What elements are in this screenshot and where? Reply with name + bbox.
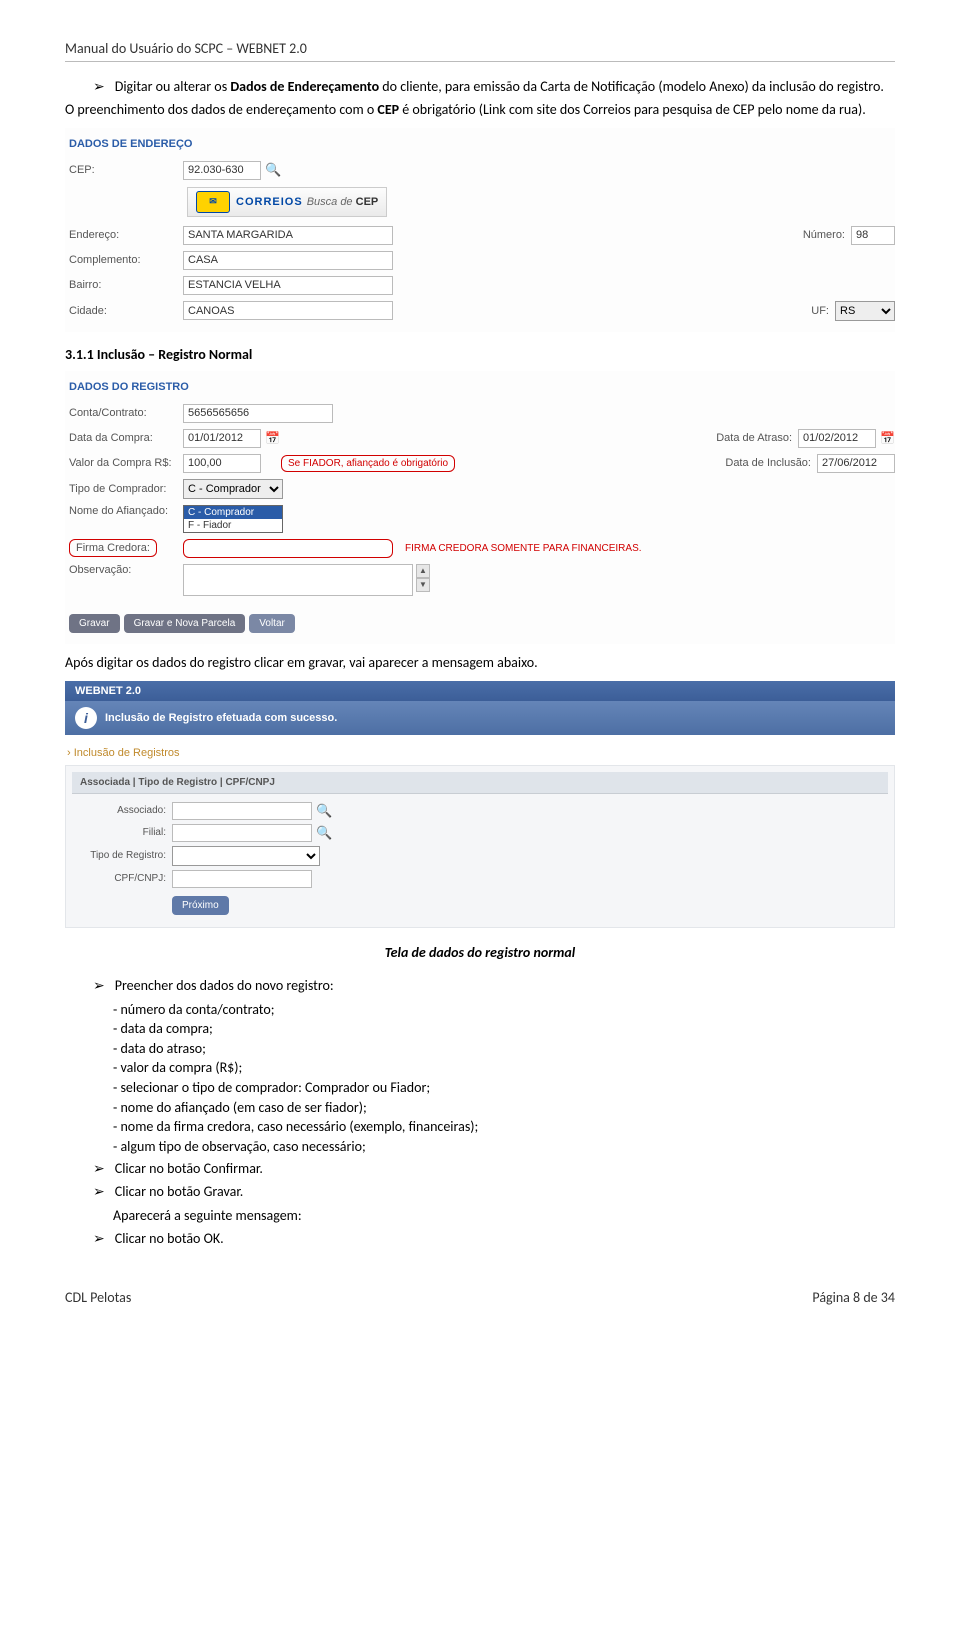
valor-input[interactable] bbox=[183, 454, 261, 473]
bairro-input[interactable] bbox=[183, 276, 393, 295]
calendar-icon[interactable]: 📅 bbox=[265, 431, 280, 445]
tipo-comprador-dropdown-open[interactable]: C - Comprador F - Fiador bbox=[183, 505, 283, 533]
arrow-icon: ➢ bbox=[93, 1183, 105, 1202]
cidade-label: Cidade: bbox=[65, 305, 183, 317]
bairro-label: Bairro: bbox=[65, 279, 183, 291]
firma-note: FIRMA CREDORA SOMENTE PARA FINANCEIRAS. bbox=[405, 543, 642, 554]
arrow-icon: ➢ bbox=[93, 1160, 105, 1179]
textarea-scroll-icons[interactable]: ▲▼ bbox=[416, 564, 430, 592]
data-compra-input[interactable] bbox=[183, 429, 261, 448]
tipo-registro-select[interactable] bbox=[172, 846, 320, 866]
gravar-nova-parcela-button[interactable]: Gravar e Nova Parcela bbox=[124, 614, 246, 633]
correios-link[interactable]: ✉ CORREIOS Busca de CEP bbox=[187, 187, 387, 217]
correios-logo-icon: ✉ bbox=[196, 191, 230, 213]
filial-input[interactable] bbox=[172, 824, 312, 842]
arrow-icon: ➢ bbox=[93, 78, 105, 97]
observacao-label: Observação: bbox=[65, 564, 183, 576]
cep-label: CEP: bbox=[65, 164, 183, 176]
complemento-input[interactable] bbox=[183, 251, 393, 270]
associado-input[interactable] bbox=[172, 802, 312, 820]
conta-label: Conta/Contrato: bbox=[65, 407, 183, 419]
info-icon: i bbox=[75, 707, 97, 729]
cep-input[interactable] bbox=[183, 161, 261, 180]
bullet-confirmar: Clicar no botão Confirmar. bbox=[115, 1160, 263, 1179]
tipo-comprador-label: Tipo de Comprador: bbox=[65, 483, 183, 495]
data-atraso-label: Data de Atraso: bbox=[688, 432, 798, 444]
footer-right: Página 8 de 34 bbox=[812, 1289, 895, 1306]
data-inclusao-input[interactable] bbox=[817, 454, 895, 473]
search-icon[interactable]: 🔍 bbox=[316, 803, 332, 819]
proximo-button[interactable]: Próximo bbox=[172, 896, 229, 915]
inclusao-registros-link[interactable]: Inclusão de Registros bbox=[65, 737, 182, 765]
data-inclusao-label: Data de Inclusão: bbox=[707, 457, 817, 469]
footer-left: CDL Pelotas bbox=[65, 1289, 131, 1306]
list-item: data do atraso; bbox=[113, 1039, 895, 1059]
intro-bullet: Digitar ou alterar os Dados de Endereçam… bbox=[115, 78, 884, 97]
registro-section-title: DADOS DO REGISTRO bbox=[65, 377, 895, 401]
figure-caption: Tela de dados do registro normal bbox=[65, 944, 895, 961]
list-item: nome do afiançado (em caso de ser fiador… bbox=[113, 1098, 895, 1118]
tipo-registro-label: Tipo de Registro: bbox=[72, 850, 172, 861]
arrow-icon: ➢ bbox=[93, 977, 105, 996]
data-compra-label: Data da Compra: bbox=[65, 432, 183, 444]
cpf-cnpj-input[interactable] bbox=[172, 870, 312, 888]
gravar-button[interactable]: Gravar bbox=[69, 614, 120, 633]
uf-select[interactable]: RS bbox=[835, 301, 895, 321]
heading-3-1-1: 3.1.1 Inclusão – Registro Normal bbox=[65, 346, 895, 363]
intro-paragraph: O preenchimento dos dados de endereçamen… bbox=[65, 101, 895, 120]
data-atraso-input[interactable] bbox=[798, 429, 876, 448]
opt-comprador[interactable]: C - Comprador bbox=[184, 506, 282, 519]
list-item: valor da compra (R$); bbox=[113, 1058, 895, 1078]
tipo-comprador-select[interactable]: C - Comprador bbox=[183, 479, 283, 499]
doc-header: Manual do Usuário do SCPC – WEBNET 2.0 bbox=[65, 40, 895, 62]
list-leader: Preencher dos dados do novo registro: bbox=[115, 977, 334, 996]
webnet-title-bar: WEBNET 2.0 bbox=[65, 681, 895, 701]
arrow-icon: ➢ bbox=[93, 1230, 105, 1249]
filial-label: Filial: bbox=[72, 827, 172, 838]
bullet-mensagem: Aparecerá a seguinte mensagem: bbox=[113, 1206, 895, 1226]
cidade-input[interactable] bbox=[183, 301, 393, 320]
endereco-label: Endereço: bbox=[65, 229, 183, 241]
address-section-title: DADOS DE ENDEREÇO bbox=[65, 134, 895, 158]
opt-fiador[interactable]: F - Fiador bbox=[184, 519, 282, 532]
tab-header: Associada | Tipo de Registro | CPF/CNPJ bbox=[72, 772, 888, 794]
observacao-textarea[interactable] bbox=[183, 564, 413, 596]
cep-bold: CEP bbox=[377, 101, 399, 118]
correios-brand: CORREIOS bbox=[236, 196, 303, 208]
endereco-input[interactable] bbox=[183, 226, 393, 245]
address-panel: DADOS DE ENDEREÇO CEP: 🔍 ✉ CORREIOS Busc… bbox=[65, 128, 895, 332]
nome-afiancado-label: Nome do Afiançado: bbox=[65, 505, 183, 517]
calendar-icon[interactable]: 📅 bbox=[880, 431, 895, 445]
numero-label: Número: bbox=[741, 229, 851, 241]
registro-panel: DADOS DO REGISTRO Conta/Contrato: Data d… bbox=[65, 371, 895, 644]
correios-cep: CEP bbox=[356, 196, 379, 208]
bullet-ok: Clicar no botão OK. bbox=[115, 1230, 224, 1249]
list-item: selecionar o tipo de comprador: Comprado… bbox=[113, 1078, 895, 1098]
search-icon[interactable]: 🔍 bbox=[265, 162, 281, 178]
list-item: número da conta/contrato; bbox=[113, 1000, 895, 1020]
valor-label: Valor da Compra R$: bbox=[65, 457, 183, 469]
list-item: nome da firma credora, caso necessário (… bbox=[113, 1117, 895, 1137]
cpf-cnpj-label: CPF/CNPJ: bbox=[72, 873, 172, 884]
complemento-label: Complemento: bbox=[65, 254, 183, 266]
success-message-bar: i Inclusão de Registro efetuada com suce… bbox=[65, 701, 895, 735]
firma-credora-input[interactable] bbox=[183, 539, 393, 558]
correios-busca: Busca de bbox=[307, 196, 353, 208]
success-message-text: Inclusão de Registro efetuada com sucess… bbox=[105, 712, 337, 724]
after-gravar-note: Após digitar os dados do registro clicar… bbox=[65, 654, 895, 673]
voltar-button[interactable]: Voltar bbox=[249, 614, 295, 633]
numero-input[interactable] bbox=[851, 226, 895, 245]
list-item: algum tipo de observação, caso necessári… bbox=[113, 1137, 895, 1157]
associado-label: Associado: bbox=[72, 805, 172, 816]
firma-credora-label: Firma Credora: bbox=[65, 539, 183, 557]
fiador-note: Se FIADOR, afiançado é obrigatório bbox=[281, 455, 455, 472]
conta-input[interactable] bbox=[183, 404, 333, 423]
search-icon[interactable]: 🔍 bbox=[316, 825, 332, 841]
list-item: data da compra; bbox=[113, 1019, 895, 1039]
uf-label: UF: bbox=[725, 305, 835, 317]
bullet-gravar: Clicar no botão Gravar. bbox=[115, 1183, 244, 1202]
